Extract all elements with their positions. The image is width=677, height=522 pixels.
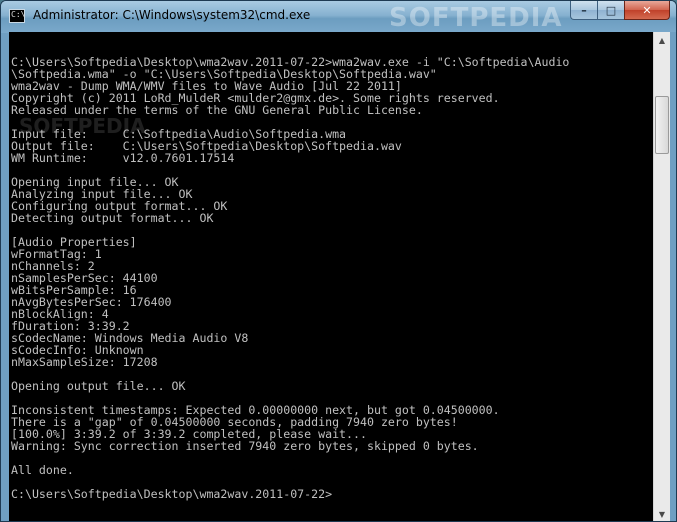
close-icon: ✕ — [642, 3, 652, 17]
scroll-thumb[interactable] — [655, 96, 669, 154]
close-button[interactable]: ✕ — [624, 1, 670, 20]
scroll-down-button[interactable]: ▼ — [654, 506, 670, 521]
scroll-down-icon: ▼ — [658, 510, 666, 519]
scroll-up-icon: ▲ — [658, 36, 666, 45]
cmd-icon-glyph: C:\ — [11, 10, 26, 19]
console-line: C:\Users\Softpedia\Desktop\wma2wav.2011-… — [11, 487, 333, 501]
console-output-area[interactable]: SOFTPEDIA C:\Users\Softpedia\Desktop\wma… — [9, 32, 653, 521]
window-frame-right — [670, 32, 676, 521]
console-line: Detecting output format... OK — [11, 211, 214, 225]
caption-buttons: – □ ✕ — [570, 1, 670, 21]
title-bar[interactable]: C:\ Administrator: C:\Windows\system32\c… — [1, 1, 676, 33]
window-title: Administrator: C:\Windows\system32\cmd.e… — [33, 8, 311, 22]
console-line: Warning: Sync correction inserted 7940 z… — [11, 439, 479, 453]
maximize-button[interactable]: □ — [597, 1, 624, 20]
scroll-up-button[interactable]: ▲ — [654, 32, 670, 49]
console-line: Opening output file... OK — [11, 379, 186, 393]
console-line: nMaxSampleSize: 17208 — [11, 355, 158, 369]
cmd-icon[interactable]: C:\ — [9, 9, 25, 23]
cmd-window: C:\ Administrator: C:\Windows\system32\c… — [0, 0, 677, 522]
console-line: All done. — [11, 463, 74, 477]
console-text: C:\Users\Softpedia\Desktop\wma2wav.2011-… — [11, 44, 569, 500]
console-line: Released under the terms of the GNU Gene… — [11, 103, 423, 117]
softpedia-watermark: SOFTPEDIA — [389, 3, 563, 33]
vertical-scrollbar[interactable]: ▲ ▼ — [653, 32, 670, 521]
minimize-icon: – — [581, 3, 587, 17]
maximize-icon: □ — [605, 3, 617, 17]
minimize-button[interactable]: – — [570, 1, 597, 20]
console-line: WM Runtime: v12.0.7601.17514 — [11, 151, 235, 165]
